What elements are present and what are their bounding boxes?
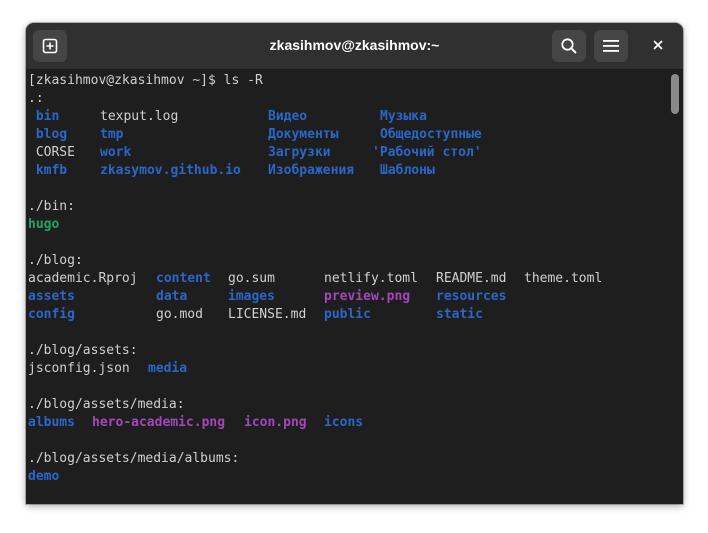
file-entry: CORSE xyxy=(28,145,75,160)
scrollbar-thumb[interactable] xyxy=(671,74,679,114)
close-button[interactable] xyxy=(648,36,668,56)
listing-row: bin texput.log Видео Музыка xyxy=(28,108,427,126)
section-header: .: xyxy=(28,90,75,108)
dir-entry: static xyxy=(436,307,483,322)
file-entry: go.sum xyxy=(228,271,275,286)
dir-entry: bin xyxy=(28,109,60,124)
terminal-window: zkasihmov@zkasihmov:~ [zkasihmov@zkasihm… xyxy=(26,23,683,504)
file-entry: theme.toml xyxy=(524,271,603,286)
dir-entry: blog xyxy=(28,127,68,142)
dir-entry: Шаблоны xyxy=(380,163,435,178)
file-entry: README.md xyxy=(436,271,507,286)
dir-entry: albums xyxy=(28,415,75,430)
listing-row: albums hero-academic.png icon.png icons xyxy=(28,414,363,432)
image-entry: icon.png xyxy=(244,415,307,430)
media-header: ./blog/assets/media: xyxy=(28,397,185,412)
bin-header: ./bin: xyxy=(28,199,75,214)
file-entry: academic.Rproj xyxy=(28,271,138,286)
dir-entry: demo xyxy=(28,469,60,484)
dir-entry: Общедоступные xyxy=(380,127,482,142)
dir-entry: content xyxy=(156,271,211,286)
exe-entry: hugo xyxy=(28,217,60,232)
listing-row: academic.Rproj content go.sum netlify.to… xyxy=(28,270,602,288)
dir-entry: work xyxy=(100,145,132,160)
dir-entry: Музыка xyxy=(380,109,427,124)
assets-header: ./blog/assets: xyxy=(28,343,138,358)
command-prompt: [zkasihmov@zkasihmov ~]$ ls -R xyxy=(28,73,263,88)
search-icon xyxy=(560,37,578,55)
search-button[interactable] xyxy=(552,30,586,62)
dir-entry: Видео xyxy=(268,109,308,124)
image-entry: hero-academic.png xyxy=(92,415,226,430)
prompt-line: [zkasihmov@zkasihmov ~]$ ls -R xyxy=(28,72,263,90)
dir-entry: kmfb xyxy=(28,163,68,178)
menu-icon xyxy=(603,39,619,53)
listing-row: config go.mod LICENSE.md public static xyxy=(28,306,483,324)
section-header: ./bin: xyxy=(28,198,75,216)
title-bar: zkasihmov@zkasihmov:~ xyxy=(26,23,683,70)
terminal-output[interactable]: [zkasihmov@zkasihmov ~]$ ls -R .: bin te… xyxy=(28,70,668,504)
dir-entry: images xyxy=(228,289,275,304)
albums-header: ./blog/assets/media/albums: xyxy=(28,451,240,466)
section-header: ./blog/assets/media: xyxy=(28,396,185,414)
listing-row: kmfb zkasymov.github.io Изображения Шабл… xyxy=(28,162,435,180)
dir-entry: Загрузки xyxy=(268,145,331,160)
dir-entry: tmp xyxy=(100,127,124,142)
listing-row: CORSE work Загрузки 'Рабочий стол' xyxy=(28,144,482,162)
dir-entry: 'Рабочий стол' xyxy=(372,145,482,160)
close-icon xyxy=(653,37,663,55)
file-entry: netlify.toml xyxy=(324,271,418,286)
file-entry: texput.log xyxy=(100,109,179,124)
section-header: ./blog/assets/media/albums: xyxy=(28,450,239,468)
section-header: ./blog/assets: xyxy=(28,342,138,360)
file-entry: LICENSE.md xyxy=(228,307,307,322)
dir-entry: icons xyxy=(324,415,364,430)
dir-entry: media xyxy=(148,361,188,376)
dir-entry: Документы xyxy=(268,127,339,142)
section-header: ./blog: xyxy=(28,252,83,270)
listing-row: blog tmp Документы Общедоступные xyxy=(28,126,482,144)
dir-entry: config xyxy=(28,307,75,322)
blog-header: ./blog: xyxy=(28,253,83,268)
dir-entry: assets xyxy=(28,289,75,304)
listing-row: jsconfig.json media xyxy=(28,360,187,378)
dir-entry: data xyxy=(156,289,188,304)
dir-entry: zkasymov.github.io xyxy=(100,163,241,178)
menu-button[interactable] xyxy=(594,30,628,62)
listing-row: demo xyxy=(28,468,75,486)
root-header: .: xyxy=(28,91,44,106)
dir-entry: Изображения xyxy=(268,163,355,178)
listing-row: assets data images preview.png resources xyxy=(28,288,506,306)
dir-entry: resources xyxy=(436,289,507,304)
image-entry: preview.png xyxy=(324,289,411,304)
dir-entry: public xyxy=(324,307,371,322)
listing-row: hugo xyxy=(28,216,75,234)
file-entry: jsconfig.json xyxy=(28,361,130,376)
file-entry: go.mod xyxy=(156,307,203,322)
